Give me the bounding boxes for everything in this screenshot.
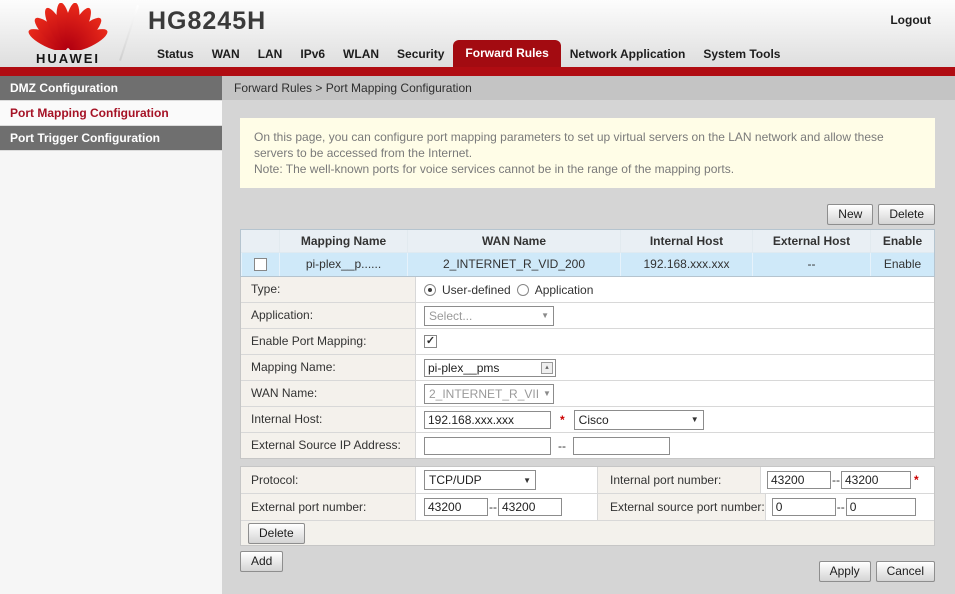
application-select[interactable]: Select... ▼ xyxy=(424,306,554,326)
radio-application[interactable] xyxy=(517,284,529,296)
external-port-from-input[interactable] xyxy=(424,498,488,516)
port-numbers-form: Protocol: TCP/UDP ▼ Internal port number… xyxy=(240,466,935,546)
header-internal-host: Internal Host xyxy=(620,230,752,252)
huawei-logo: HUAWEI xyxy=(16,3,120,66)
info-line-1: On this page, you can configure port map… xyxy=(254,129,921,161)
sidebar: DMZ Configuration Port Mapping Configura… xyxy=(0,76,222,594)
delete-port-row-button[interactable]: Delete xyxy=(248,523,305,544)
required-marker: * xyxy=(560,413,565,427)
external-port-to-input[interactable] xyxy=(498,498,562,516)
table-row[interactable]: pi-plex__p...... 2_INTERNET_R_VID_200 19… xyxy=(241,252,934,276)
sidebar-item-port-mapping-configuration[interactable]: Port Mapping Configuration xyxy=(0,101,222,126)
device-model-title: HG8245H xyxy=(148,7,266,36)
table-header-row: Mapping Name WAN Name Internal Host Exte… xyxy=(241,230,934,252)
application-label: Application: xyxy=(241,303,416,328)
internal-host-label: Internal Host: xyxy=(241,407,416,432)
new-button[interactable]: New xyxy=(827,204,873,225)
external-source-ip-from-input[interactable] xyxy=(424,437,551,455)
tab-system-tools[interactable]: System Tools xyxy=(694,42,789,67)
range-separator: -- xyxy=(558,439,566,453)
page-info-note: On this page, you can configure port map… xyxy=(240,118,935,188)
accent-bar xyxy=(0,67,955,76)
internal-port-to-input[interactable] xyxy=(841,471,911,489)
row-wan-name: 2_INTERNET_R_VID_200 xyxy=(407,253,620,276)
wan-name-select[interactable]: 2_INTERNET_R_VII ▼ xyxy=(424,384,554,404)
port-mapping-table: Mapping Name WAN Name Internal Host Exte… xyxy=(240,229,935,277)
chevron-down-icon: ▼ xyxy=(523,476,531,485)
breadcrumb: Forward Rules > Port Mapping Configurati… xyxy=(222,76,955,100)
row-internal-host: 192.168.xxx.xxx xyxy=(620,253,752,276)
header-divider xyxy=(119,5,139,61)
header-enable: Enable xyxy=(870,230,934,252)
range-separator: -- xyxy=(489,500,497,514)
radio-user-defined[interactable] xyxy=(424,284,436,296)
tab-security[interactable]: Security xyxy=(388,42,453,67)
host-device-select[interactable]: Cisco ▼ xyxy=(574,410,704,430)
sidebar-item-dmz-configuration[interactable]: DMZ Configuration xyxy=(0,76,222,101)
header-external-host: External Host xyxy=(752,230,870,252)
chevron-down-icon: ▼ xyxy=(691,415,699,424)
radio-application-label: Application xyxy=(535,283,594,297)
tab-wan[interactable]: WAN xyxy=(203,42,249,67)
tab-network-application[interactable]: Network Application xyxy=(561,42,695,67)
internal-port-label: Internal port number: xyxy=(598,467,761,493)
external-source-port-label: External source port number: xyxy=(598,494,766,520)
tab-ipv6[interactable]: IPv6 xyxy=(291,42,334,67)
text-spinner-icon[interactable]: ▴ xyxy=(541,362,553,374)
mapping-name-label: Mapping Name: xyxy=(241,355,416,380)
wan-name-label: WAN Name: xyxy=(241,381,416,406)
type-label: Type: xyxy=(241,277,416,302)
range-separator: -- xyxy=(832,473,840,487)
external-source-port-to-input[interactable] xyxy=(846,498,916,516)
apply-button[interactable]: Apply xyxy=(819,561,871,582)
radio-user-defined-label: User-defined xyxy=(442,283,511,297)
tab-status[interactable]: Status xyxy=(148,42,203,67)
row-checkbox[interactable] xyxy=(254,258,267,271)
sidebar-item-port-trigger-configuration[interactable]: Port Trigger Configuration xyxy=(0,126,222,151)
chevron-down-icon: ▼ xyxy=(543,389,551,398)
external-source-ip-to-input[interactable] xyxy=(573,437,670,455)
tab-wlan[interactable]: WLAN xyxy=(334,42,388,67)
logout-link[interactable]: Logout xyxy=(890,13,931,27)
required-marker: * xyxy=(914,473,919,487)
tab-forward-rules[interactable]: Forward Rules xyxy=(453,40,560,67)
cancel-button[interactable]: Cancel xyxy=(876,561,935,582)
range-separator: -- xyxy=(837,500,845,514)
row-enable-status: Enable xyxy=(870,253,934,276)
header-wan-name: WAN Name xyxy=(407,230,620,252)
mapping-name-input[interactable] xyxy=(424,359,556,377)
mapping-edit-form: Type: User-defined Application Applicati… xyxy=(240,277,935,459)
delete-button[interactable]: Delete xyxy=(878,204,935,225)
brand-text: HUAWEI xyxy=(16,51,120,66)
header-mapping-name: Mapping Name xyxy=(279,230,407,252)
internal-host-input[interactable] xyxy=(424,411,551,429)
enable-port-mapping-label: Enable Port Mapping: xyxy=(241,329,416,354)
port-row-actions: Delete xyxy=(241,520,934,545)
external-source-port-from-input[interactable] xyxy=(772,498,836,516)
row-external-host: -- xyxy=(752,253,870,276)
external-port-label: External port number: xyxy=(241,494,416,520)
header-select-column xyxy=(241,230,279,252)
info-line-2: Note: The well-known ports for voice ser… xyxy=(254,161,921,177)
huawei-flower-icon xyxy=(18,3,118,50)
external-source-ip-label: External Source IP Address: xyxy=(241,433,416,458)
enable-port-mapping-checkbox[interactable] xyxy=(424,335,437,348)
header: HUAWEI HG8245H Logout Status WAN LAN IPv… xyxy=(0,0,955,67)
content-area: On this page, you can configure port map… xyxy=(222,100,955,594)
chevron-down-icon: ▼ xyxy=(541,311,549,320)
router-admin-page: HUAWEI HG8245H Logout Status WAN LAN IPv… xyxy=(0,0,955,594)
internal-port-from-input[interactable] xyxy=(767,471,831,489)
main-nav-tabs: Status WAN LAN IPv6 WLAN Security Forwar… xyxy=(148,40,789,67)
tab-lan[interactable]: LAN xyxy=(249,42,292,67)
protocol-select[interactable]: TCP/UDP ▼ xyxy=(424,470,536,490)
add-button[interactable]: Add xyxy=(240,551,283,572)
row-mapping-name: pi-plex__p...... xyxy=(279,253,407,276)
protocol-label: Protocol: xyxy=(241,467,416,493)
